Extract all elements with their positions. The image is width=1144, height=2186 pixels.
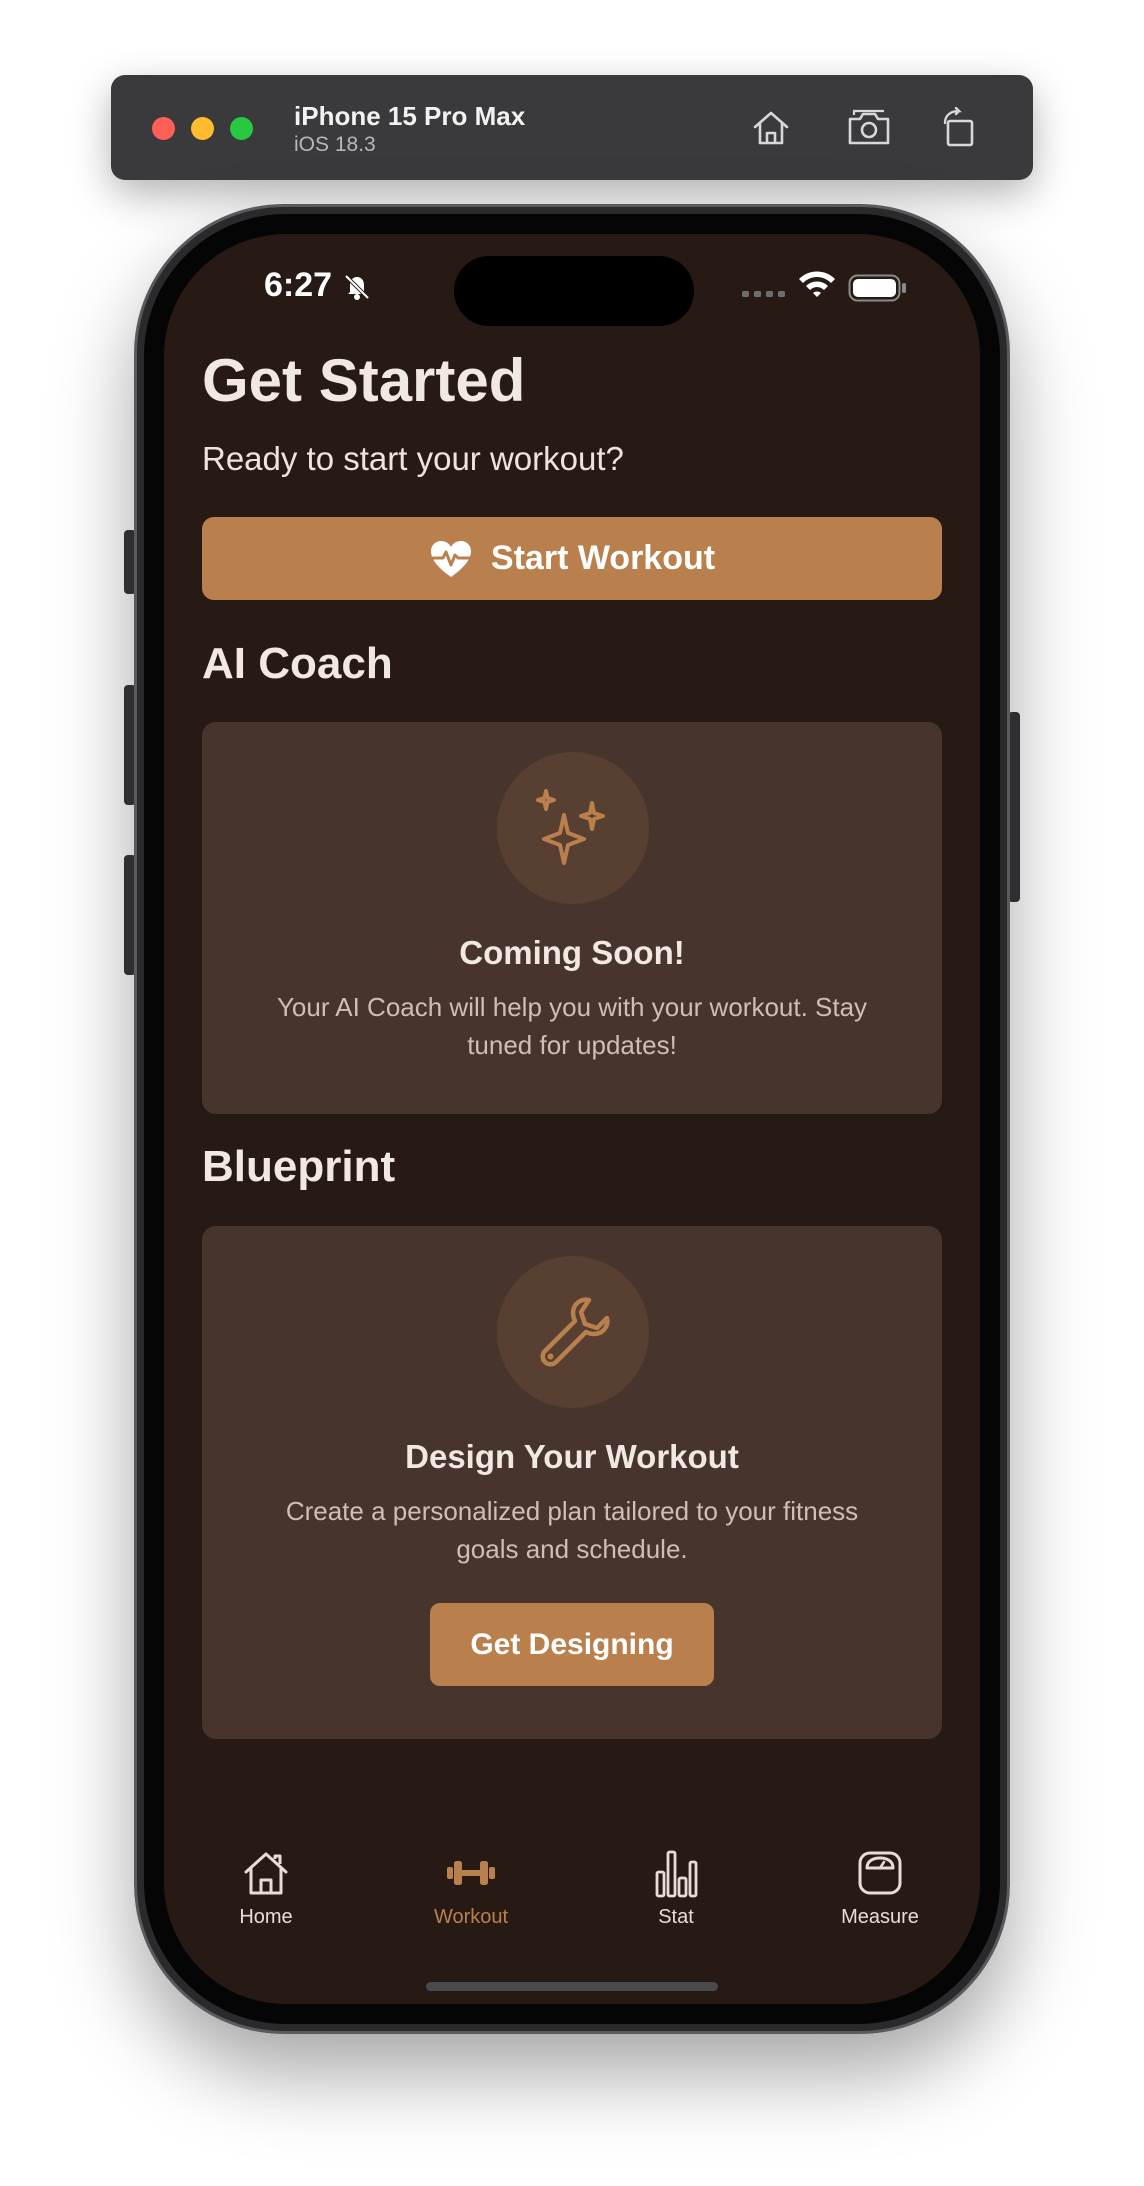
get-designing-button[interactable]: Get Designing (430, 1603, 714, 1686)
scale-icon (858, 1851, 902, 1895)
simulator-screenshot-button[interactable] (844, 103, 894, 153)
tab-workout-label: Workout (433, 1906, 509, 1928)
start-workout-button[interactable]: Start Workout (202, 517, 942, 600)
blueprint-icon-circle (497, 1256, 649, 1408)
home-indicator[interactable] (426, 1982, 718, 1991)
simulator-toolbar: iPhone 15 Pro Max iOS 18.3 (111, 75, 1033, 180)
tab-workout[interactable]: Workout (396, 1844, 546, 1944)
ai-coach-description: Your AI Coach will help you with your wo… (276, 992, 868, 1060)
ai-coach-icon-circle (497, 752, 649, 904)
battery-icon (848, 274, 906, 302)
get-designing-label: Get Designing (470, 1627, 674, 1661)
dynamic-island (454, 256, 694, 326)
tab-home-label: Home (239, 1906, 293, 1928)
page-subtitle: Ready to start your workout? (202, 440, 624, 477)
ai-coach-title: Coming Soon! (459, 934, 685, 971)
blueprint-card: Design Your Workout Create a personalize… (202, 1226, 942, 1739)
app-screen: 6:27 Get Started Ready to start your wor… (164, 234, 980, 2004)
blueprint-description: Create a personalized plan tailored to y… (285, 1496, 859, 1564)
dumbbell-icon (447, 1861, 495, 1885)
zoom-window-button[interactable] (230, 117, 253, 140)
heart-pulse-icon (430, 540, 471, 577)
house-icon (753, 111, 789, 145)
house-icon (244, 1852, 288, 1895)
bar-chart-icon (655, 1850, 698, 1898)
page-title: Get Started (202, 347, 526, 414)
ai-coach-card: Coming Soon! Your AI Coach will help you… (202, 722, 942, 1114)
simulator-rotate-button[interactable] (934, 103, 984, 153)
tab-stat-label: Stat (658, 1906, 694, 1928)
simulator-home-button[interactable] (746, 103, 796, 153)
blueprint-title: Design Your Workout (405, 1438, 739, 1475)
start-workout-label: Start Workout (490, 539, 716, 577)
minimize-window-button[interactable] (191, 117, 214, 140)
device-name: iPhone 15 Pro Max (294, 101, 526, 131)
wifi-icon (799, 271, 835, 297)
wrench-icon (540, 1297, 610, 1367)
tab-measure-label: Measure (841, 1906, 919, 1928)
status-time: 6:27 (264, 266, 333, 304)
signal-icon (742, 291, 785, 297)
sparkles-icon (536, 789, 605, 865)
tab-stat[interactable]: Stat (601, 1844, 751, 1944)
tab-measure[interactable]: Measure (805, 1844, 955, 1944)
rotate-icon (943, 107, 974, 147)
os-version: iOS 18.3 (294, 133, 376, 156)
blueprint-heading: Blueprint (202, 1142, 396, 1191)
bell-slash-icon (344, 274, 370, 300)
close-window-button[interactable] (152, 117, 175, 140)
tab-bar: Home Workout Stat Measure (164, 1844, 980, 1954)
camera-icon (848, 109, 890, 145)
ai-coach-heading: AI Coach (202, 639, 393, 688)
tab-home[interactable]: Home (191, 1844, 341, 1944)
